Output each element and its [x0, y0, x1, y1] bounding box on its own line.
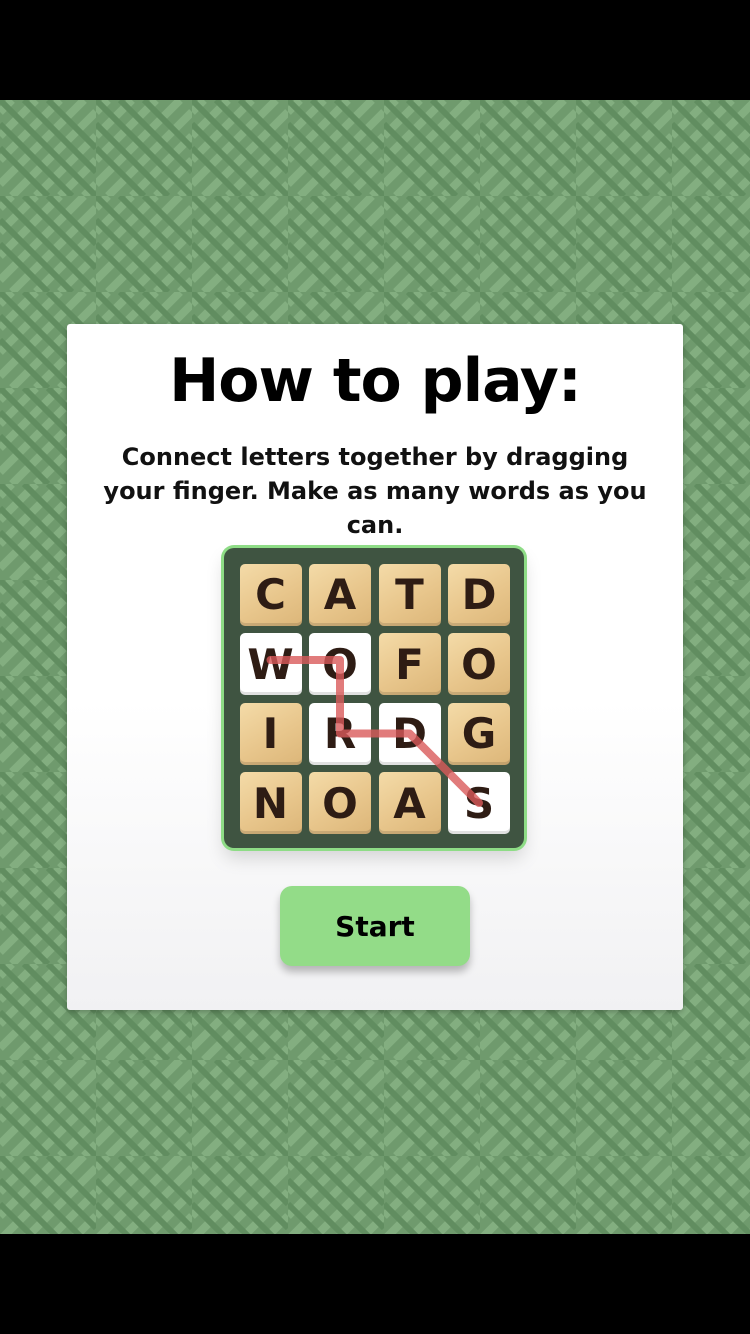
tile-letter: W — [247, 639, 294, 689]
example-letter-board: CATDWOFOIRDGNOAS — [224, 548, 524, 848]
letter-tile-c[interactable]: C — [239, 563, 302, 626]
tile-letter: I — [262, 709, 279, 758]
letter-tile-o[interactable]: O — [309, 633, 371, 695]
tile-letter: R — [323, 709, 357, 758]
letter-tile-g[interactable]: G — [448, 702, 510, 765]
card-title: How to play: — [169, 346, 582, 416]
tile-letter: D — [392, 709, 427, 758]
tile-letter: D — [461, 570, 497, 619]
start-button[interactable]: Start — [280, 886, 470, 966]
letter-tile-n[interactable]: N — [239, 772, 302, 834]
instructions-text: Connect letters together by dragging you… — [103, 443, 647, 539]
tile-letter: T — [395, 570, 424, 619]
tile-letter: O — [322, 778, 358, 828]
tile-letter: C — [255, 570, 286, 619]
letter-tile-s[interactable]: S — [448, 772, 510, 834]
letter-tile-t[interactable]: T — [378, 563, 441, 626]
letter-tile-w[interactable]: W — [239, 633, 302, 695]
letter-tile-i[interactable]: I — [239, 702, 302, 765]
letter-tile-a[interactable]: A — [309, 563, 371, 626]
letter-tile-o[interactable]: O — [309, 772, 371, 834]
tile-letter: N — [252, 778, 289, 828]
how-to-play-card: How to play: Connect letters together by… — [67, 324, 683, 1010]
bottom-letterbox — [0, 1234, 750, 1334]
letter-tile-d[interactable]: D — [378, 702, 441, 765]
tile-letter: O — [322, 639, 358, 689]
letter-tile-f[interactable]: F — [378, 633, 441, 695]
tile-letter: O — [461, 639, 497, 689]
tile-letter: A — [323, 570, 357, 619]
letter-tile-r[interactable]: R — [309, 702, 371, 765]
tile-letter: A — [393, 778, 426, 828]
letter-tile-o[interactable]: O — [448, 633, 510, 695]
tile-letter: F — [395, 639, 424, 689]
top-letterbox — [0, 0, 750, 100]
tile-letter: S — [463, 778, 495, 828]
tile-letter: G — [461, 709, 497, 758]
letter-tile-a[interactable]: A — [378, 772, 441, 834]
letter-tile-d[interactable]: D — [448, 563, 510, 626]
